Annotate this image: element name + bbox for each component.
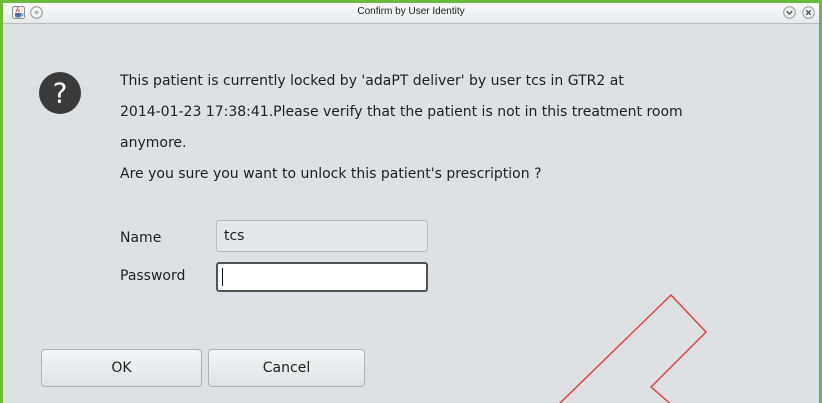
dialog-window: Confirm by User Identity ? This patient … — [0, 0, 822, 403]
question-icon: ? — [39, 72, 81, 114]
cancel-button[interactable]: Cancel — [208, 349, 365, 387]
password-field[interactable] — [216, 262, 428, 292]
message-line: Are you sure you want to unlock this pat… — [120, 166, 542, 182]
close-icon[interactable] — [802, 6, 815, 19]
text-cursor — [222, 268, 223, 286]
message-line: 2014-01-23 17:38:41.Please verify that t… — [120, 104, 683, 120]
ok-button[interactable]: OK — [41, 349, 202, 387]
annotation-arrow-icon — [559, 294, 707, 403]
name-field: tcs — [216, 220, 428, 252]
title-bar[interactable]: Confirm by User Identity — [3, 3, 819, 24]
name-label: Name — [120, 230, 162, 246]
window-title: Confirm by User Identity — [357, 6, 465, 17]
password-label: Password — [120, 268, 186, 284]
svg-text:?: ? — [53, 77, 68, 110]
minimize-icon[interactable] — [783, 6, 796, 19]
message-line: This patient is currently locked by 'ada… — [120, 73, 624, 89]
dialog-message: This patient is currently locked by 'ada… — [120, 66, 819, 190]
message-line: anymore. — [120, 135, 187, 151]
